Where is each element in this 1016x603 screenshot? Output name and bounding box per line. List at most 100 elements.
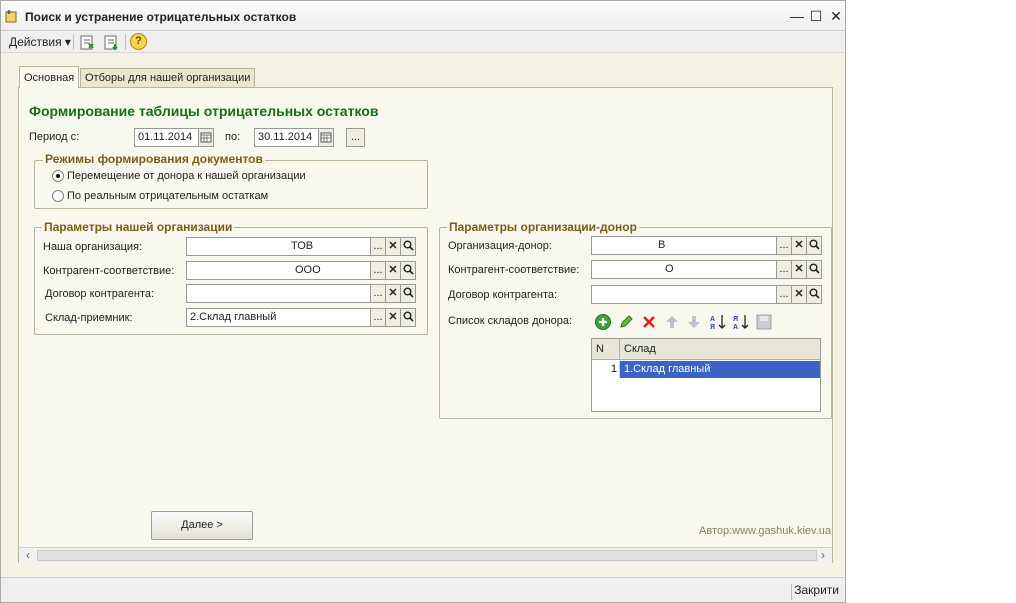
donor-contractor-open-button[interactable] [806, 260, 822, 279]
calendar-icon [320, 132, 332, 143]
donor-warehouses-label: Список складов донора: [448, 315, 573, 327]
calendar-to-button[interactable] [318, 128, 334, 147]
donor-contractor-clear-button[interactable]: ✕ [791, 260, 807, 279]
table-row-number[interactable]: 1 [592, 361, 620, 378]
author-credit: Автор:www.gashuk.kiev.ua [699, 525, 831, 537]
mode-radio-transfer[interactable] [52, 170, 64, 182]
donor-org-select-button[interactable]: ... [776, 236, 792, 255]
move-up-icon[interactable] [663, 313, 681, 331]
clear-icon: ✕ [388, 311, 398, 323]
table-row-warehouse[interactable]: 1.Склад главный [620, 361, 820, 378]
donor-contract-label: Договор контрагента: [448, 289, 558, 301]
add-icon[interactable] [594, 313, 612, 331]
search-icon [809, 288, 820, 299]
receiver-warehouse-open-button[interactable] [400, 308, 416, 327]
our-contract-select-button[interactable]: ... [370, 284, 386, 303]
horizontal-scrollbar[interactable]: ‹ › [19, 547, 832, 563]
move-up-doc-icon[interactable] [79, 34, 96, 52]
donor-contractor-label: Контрагент-соответствие: [448, 264, 580, 276]
donor-contractor-input[interactable]: О [591, 260, 777, 279]
column-header-n[interactable]: N [592, 339, 620, 360]
help-icon[interactable]: ? [130, 33, 147, 50]
clear-icon: ✕ [388, 240, 398, 252]
donor-contract-open-button[interactable] [806, 285, 822, 304]
window-title: Поиск и устранение отрицательных остатко… [25, 10, 297, 24]
svg-text:A: A [710, 316, 715, 323]
sort-asc-icon[interactable]: AЯ [709, 313, 727, 331]
mode-radio-real[interactable] [52, 190, 64, 202]
receiver-warehouse-label: Склад-приемник: [45, 312, 133, 324]
column-header-warehouse[interactable]: Склад [620, 339, 820, 360]
svg-text:Я: Я [710, 324, 715, 331]
search-icon [403, 287, 414, 298]
period-from-input[interactable]: 01.11.2014 [134, 128, 199, 147]
period-select-button[interactable]: ... [346, 128, 365, 147]
mode-label-real: По реальным отрицательным остаткам [67, 190, 269, 202]
warehouses-table[interactable]: N Склад 1 1.Склад главный [591, 338, 821, 412]
donor-contract-clear-button[interactable]: ✕ [791, 285, 807, 304]
scroll-right-icon[interactable]: › [816, 548, 830, 563]
period-from-label: Период с: [29, 131, 80, 143]
our-org-clear-button[interactable]: ✕ [385, 237, 401, 256]
close-button[interactable]: Закрити [794, 583, 839, 597]
donor-contract-input[interactable] [591, 285, 777, 304]
donor-org-open-button[interactable] [806, 236, 822, 255]
search-icon [809, 263, 820, 274]
our-contractor-clear-button[interactable]: ✕ [385, 261, 401, 280]
our-contract-clear-button[interactable]: ✕ [385, 284, 401, 303]
donor-org-input[interactable]: В [591, 236, 777, 255]
donor-contract-select-button[interactable]: ... [776, 285, 792, 304]
delete-icon[interactable] [640, 313, 658, 331]
our-org-input[interactable]: ТОВ [186, 237, 371, 256]
donor-contractor-select-button[interactable]: ... [776, 260, 792, 279]
status-bar: Закрити [1, 577, 845, 602]
modes-group-title: Режимы формирования документов [43, 152, 265, 166]
receiver-warehouse-input[interactable]: 2.Склад главный [186, 308, 371, 327]
period-to-label: по: [225, 131, 241, 143]
receiver-warehouse-select-button[interactable]: ... [370, 308, 386, 327]
our-contractor-select-button[interactable]: ... [370, 261, 386, 280]
calendar-icon [200, 132, 212, 143]
scrollbar-thumb[interactable] [37, 550, 817, 561]
svg-text:Я: Я [733, 316, 738, 323]
clear-icon: ✕ [388, 287, 398, 299]
receiver-warehouse-clear-button[interactable]: ✕ [385, 308, 401, 327]
donor-org-clear-button[interactable]: ✕ [791, 236, 807, 255]
our-org-open-button[interactable] [400, 237, 416, 256]
tab-filters[interactable]: Отборы для нашей организации [80, 68, 256, 87]
toolbar-separator [125, 34, 126, 50]
svg-text:A: A [733, 324, 738, 331]
statusbar-separator [791, 584, 792, 600]
sort-desc-icon[interactable]: ЯA [732, 313, 750, 331]
next-button[interactable]: Далее > [151, 511, 253, 540]
clear-icon: ✕ [794, 239, 804, 251]
save-icon[interactable] [755, 313, 773, 331]
our-contract-open-button[interactable] [400, 284, 416, 303]
scroll-left-icon[interactable]: ‹ [21, 548, 35, 563]
our-contractor-open-button[interactable] [400, 261, 416, 280]
our-contractor-input[interactable]: ООО [186, 261, 371, 280]
calendar-from-button[interactable] [198, 128, 214, 147]
donor-org-group-title: Параметры организации-донор [447, 220, 639, 234]
move-down-icon[interactable] [685, 313, 703, 331]
mode-label-transfer: Перемещение от донора к нашей организаци… [67, 170, 306, 182]
edit-icon[interactable] [617, 313, 635, 331]
page-title: Формирование таблицы отрицательных остат… [29, 103, 379, 119]
close-window-button[interactable]: ✕ [827, 6, 845, 26]
actions-menu[interactable]: Действия ▾ [9, 33, 71, 51]
tab-main[interactable]: Основная [19, 66, 80, 88]
toolbar-separator [73, 34, 74, 50]
our-org-select-button[interactable]: ... [370, 237, 386, 256]
period-to-input[interactable]: 30.11.2014 [254, 128, 319, 147]
donor-org-label: Организация-донор: [448, 240, 552, 252]
toolbar: Действия ▾ ? [1, 31, 845, 53]
minimize-button[interactable]: — [788, 6, 806, 26]
search-icon [403, 240, 414, 251]
our-contractor-label: Контрагент-соответствие: [43, 265, 175, 277]
our-org-label: Наша организация: [43, 241, 143, 253]
our-contract-input[interactable] [186, 284, 371, 303]
move-down-doc-icon[interactable] [103, 34, 120, 52]
app-window: Поиск и устранение отрицательных остатко… [0, 0, 846, 603]
our-org-group-title: Параметры нашей организации [42, 220, 235, 234]
maximize-button[interactable]: ☐ [807, 6, 825, 26]
